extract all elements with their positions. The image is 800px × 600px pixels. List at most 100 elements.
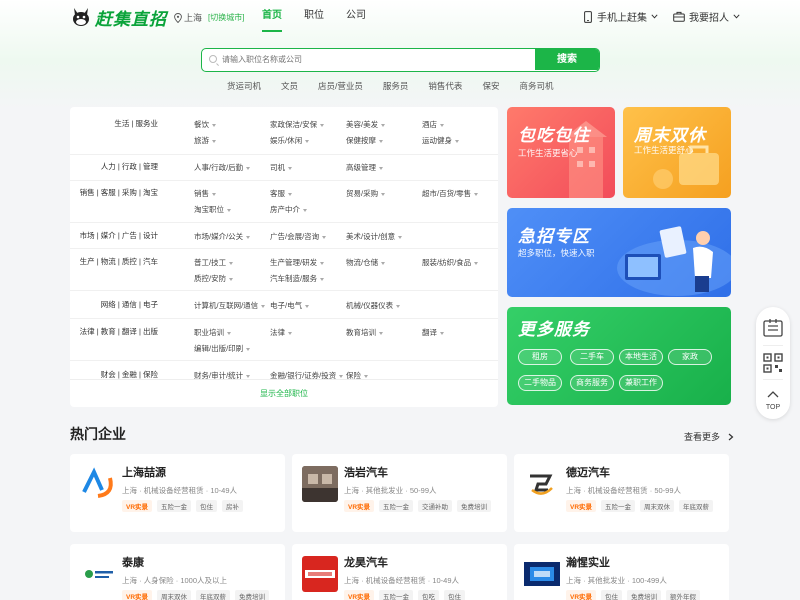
tag: 年底双薪 [196,590,231,600]
nav-jobs[interactable]: 职位 [304,0,324,34]
hot-keyword[interactable]: 服务员 [383,80,409,92]
tag-vr: VR实景 [122,590,153,600]
tag-vr: VR实景 [566,500,597,512]
logo[interactable]: 赶集直招 [70,4,167,30]
hot-keyword[interactable]: 文员 [281,80,298,92]
show-all-jobs-link[interactable]: 显示全部职位 [70,388,498,399]
company-card[interactable]: 浩岩汽车 上海 · 其他批发业 · 50-99人 VR实景 五险一金 交通补助 … [292,454,507,532]
company-logo [302,556,338,592]
company-tags: VR实景 五险一金 交通补助 免费培训 [344,500,496,512]
category-item[interactable]: 房产中介 [270,204,307,215]
recruit-link[interactable]: 我要招人 [673,9,740,24]
banner-food-lodging[interactable]: 包吃包住 工作生活更省心 [507,107,615,198]
service-used-goods-button[interactable]: 二手物品 [518,375,562,391]
category-item[interactable]: 普工/技工 [194,257,234,268]
company-card[interactable]: 德迈汽车 上海 · 机械设备经营租赁 · 50-99人 VR实景 五险一金 周末… [514,454,729,532]
logo-donkey-icon [73,8,89,26]
category-item[interactable]: 汽车制造/服务 [270,273,325,284]
category-item[interactable]: 生产管理/研发 [270,257,325,268]
service-local-life-button[interactable]: 本地生活 [619,349,663,365]
category-item[interactable]: 家政保洁/安保 [270,119,325,130]
banner-weekend-off[interactable]: 周末双休 工作生活更舒心 [623,107,731,198]
tag: 五险一金 [157,500,192,512]
category-item[interactable]: 电子/电气 [270,300,310,311]
category-item[interactable]: 市场/媒介/公关 [194,231,251,242]
category-item[interactable]: 高级管理 [346,162,383,173]
phone-icon [584,10,592,23]
search-button[interactable]: 搜索 [535,49,599,70]
category-item[interactable]: 服装/纺织/食品 [422,257,479,268]
category-item[interactable]: 教育培训 [346,327,383,338]
category-item[interactable]: 职业培训 [194,327,231,338]
recruit-label: 我要招人 [689,13,729,24]
company-card[interactable]: 瀚惺实业 上海 · 其他批发业 · 100-499人 VR实景 包住 免费培训 … [514,544,729,600]
tag-vr: VR实景 [344,590,375,600]
nav-companies[interactable]: 公司 [346,0,366,34]
location-pin-icon [174,12,182,23]
service-rental-button[interactable]: 租房 [518,349,562,365]
category-item[interactable]: 贸易/采购 [346,188,386,199]
category-item[interactable]: 法律 [270,327,292,338]
category-item[interactable]: 广告/会展/咨询 [270,231,327,242]
banner-subtitle: 工作生活更省心 [518,148,578,158]
hot-companies-title: 热门企业 [70,426,126,442]
qr-code-icon[interactable] [763,353,783,373]
hot-keyword[interactable]: 店员/营业员 [318,80,363,92]
service-used-car-button[interactable]: 二手车 [570,349,614,365]
tag: 包住 [444,590,466,600]
company-card[interactable]: 龙昊汽车 上海 · 机械设备经营租赁 · 10-49人 VR实景 五险一金 包吃… [292,544,507,600]
company-info: 上海 · 其他批发业 · 50-99人 [344,486,437,495]
category-item[interactable]: 美容/美发 [346,119,386,130]
category-item[interactable]: 美术/设计/创意 [346,231,403,242]
mobile-app-link[interactable]: 手机上赶集 [584,9,658,24]
banner-title: 包吃包住 [518,126,590,145]
feedback-icon[interactable] [762,318,784,338]
category-item[interactable]: 质控/安防 [194,273,234,284]
category-item[interactable]: 保健按摩 [346,135,383,146]
back-to-top-button[interactable]: TOP [756,385,790,411]
hot-keyword[interactable]: 保安 [482,80,499,92]
banner-urgent-hiring[interactable]: 急招专区 超多职位，快速入职 [507,208,731,297]
category-title: 生产 | 物流 | 质控 | 汽车 [79,257,158,266]
category-title: 人力 | 行政 | 管理 [100,162,158,171]
category-item[interactable]: 计算机/互联网/通信 [194,300,266,311]
category-item[interactable]: 机械/仪器仪表 [346,300,401,311]
category-title: 生活 | 服务业 [114,119,158,128]
category-item[interactable]: 翻译 [422,327,444,338]
category-item[interactable]: 客服 [270,188,292,199]
category-item[interactable]: 运动健身 [422,135,459,146]
category-item[interactable]: 超市/百货/零售 [422,188,479,199]
category-item[interactable]: 餐饮 [194,119,216,130]
hot-keyword[interactable]: 销售代表 [428,80,462,92]
search-input[interactable] [208,49,528,70]
company-info: 上海 · 人身保险 · 1000人及以上 [122,576,228,585]
category-item[interactable]: 销售 [194,188,216,199]
category-item[interactable]: 淘宝职位 [194,204,231,215]
company-card[interactable]: 泰康 上海 · 人身保险 · 1000人及以上 VR实景 周末双休 年底双薪 免… [70,544,285,600]
company-card[interactable]: 上海喆源 上海 · 机械设备经营租赁 · 10-49人 VR实景 五险一金 包住… [70,454,285,532]
service-housekeeping-button[interactable]: 家政 [668,349,712,365]
company-name: 泰康 [122,557,144,569]
hot-keyword[interactable]: 商务司机 [519,80,553,92]
category-item[interactable]: 物流/仓储 [346,257,386,268]
category-title: 销售 | 客服 | 采购 | 淘宝 [79,188,158,197]
service-part-time-button[interactable]: 兼职工作 [619,375,663,391]
tag: 交通补助 [418,500,453,512]
switch-city-link[interactable]: [切换城市] [208,12,244,23]
nav-home[interactable]: 首页 [262,0,282,34]
category-item[interactable]: 酒店 [422,119,444,130]
tag: 房补 [222,500,244,512]
category-item[interactable]: 人事/行政/后勤 [194,162,251,173]
logo-text: 赶集直招 [95,9,167,29]
category-item[interactable]: 司机 [270,162,292,173]
city-selector[interactable]: 上海 [切换城市] [174,11,244,24]
category-item[interactable]: 旅游 [194,135,216,146]
see-more-link[interactable]: 查看更多 [684,430,734,443]
main-nav: 首页 职位 公司 [262,0,388,34]
category-item[interactable]: 娱乐/休闲 [270,135,310,146]
divider [763,379,783,380]
hot-keyword[interactable]: 货运司机 [227,80,261,92]
category-item[interactable]: 编辑/出版/印刷 [194,343,251,354]
company-info: 上海 · 其他批发业 · 100-499人 [566,576,667,585]
service-business-button[interactable]: 商务服务 [570,375,614,391]
